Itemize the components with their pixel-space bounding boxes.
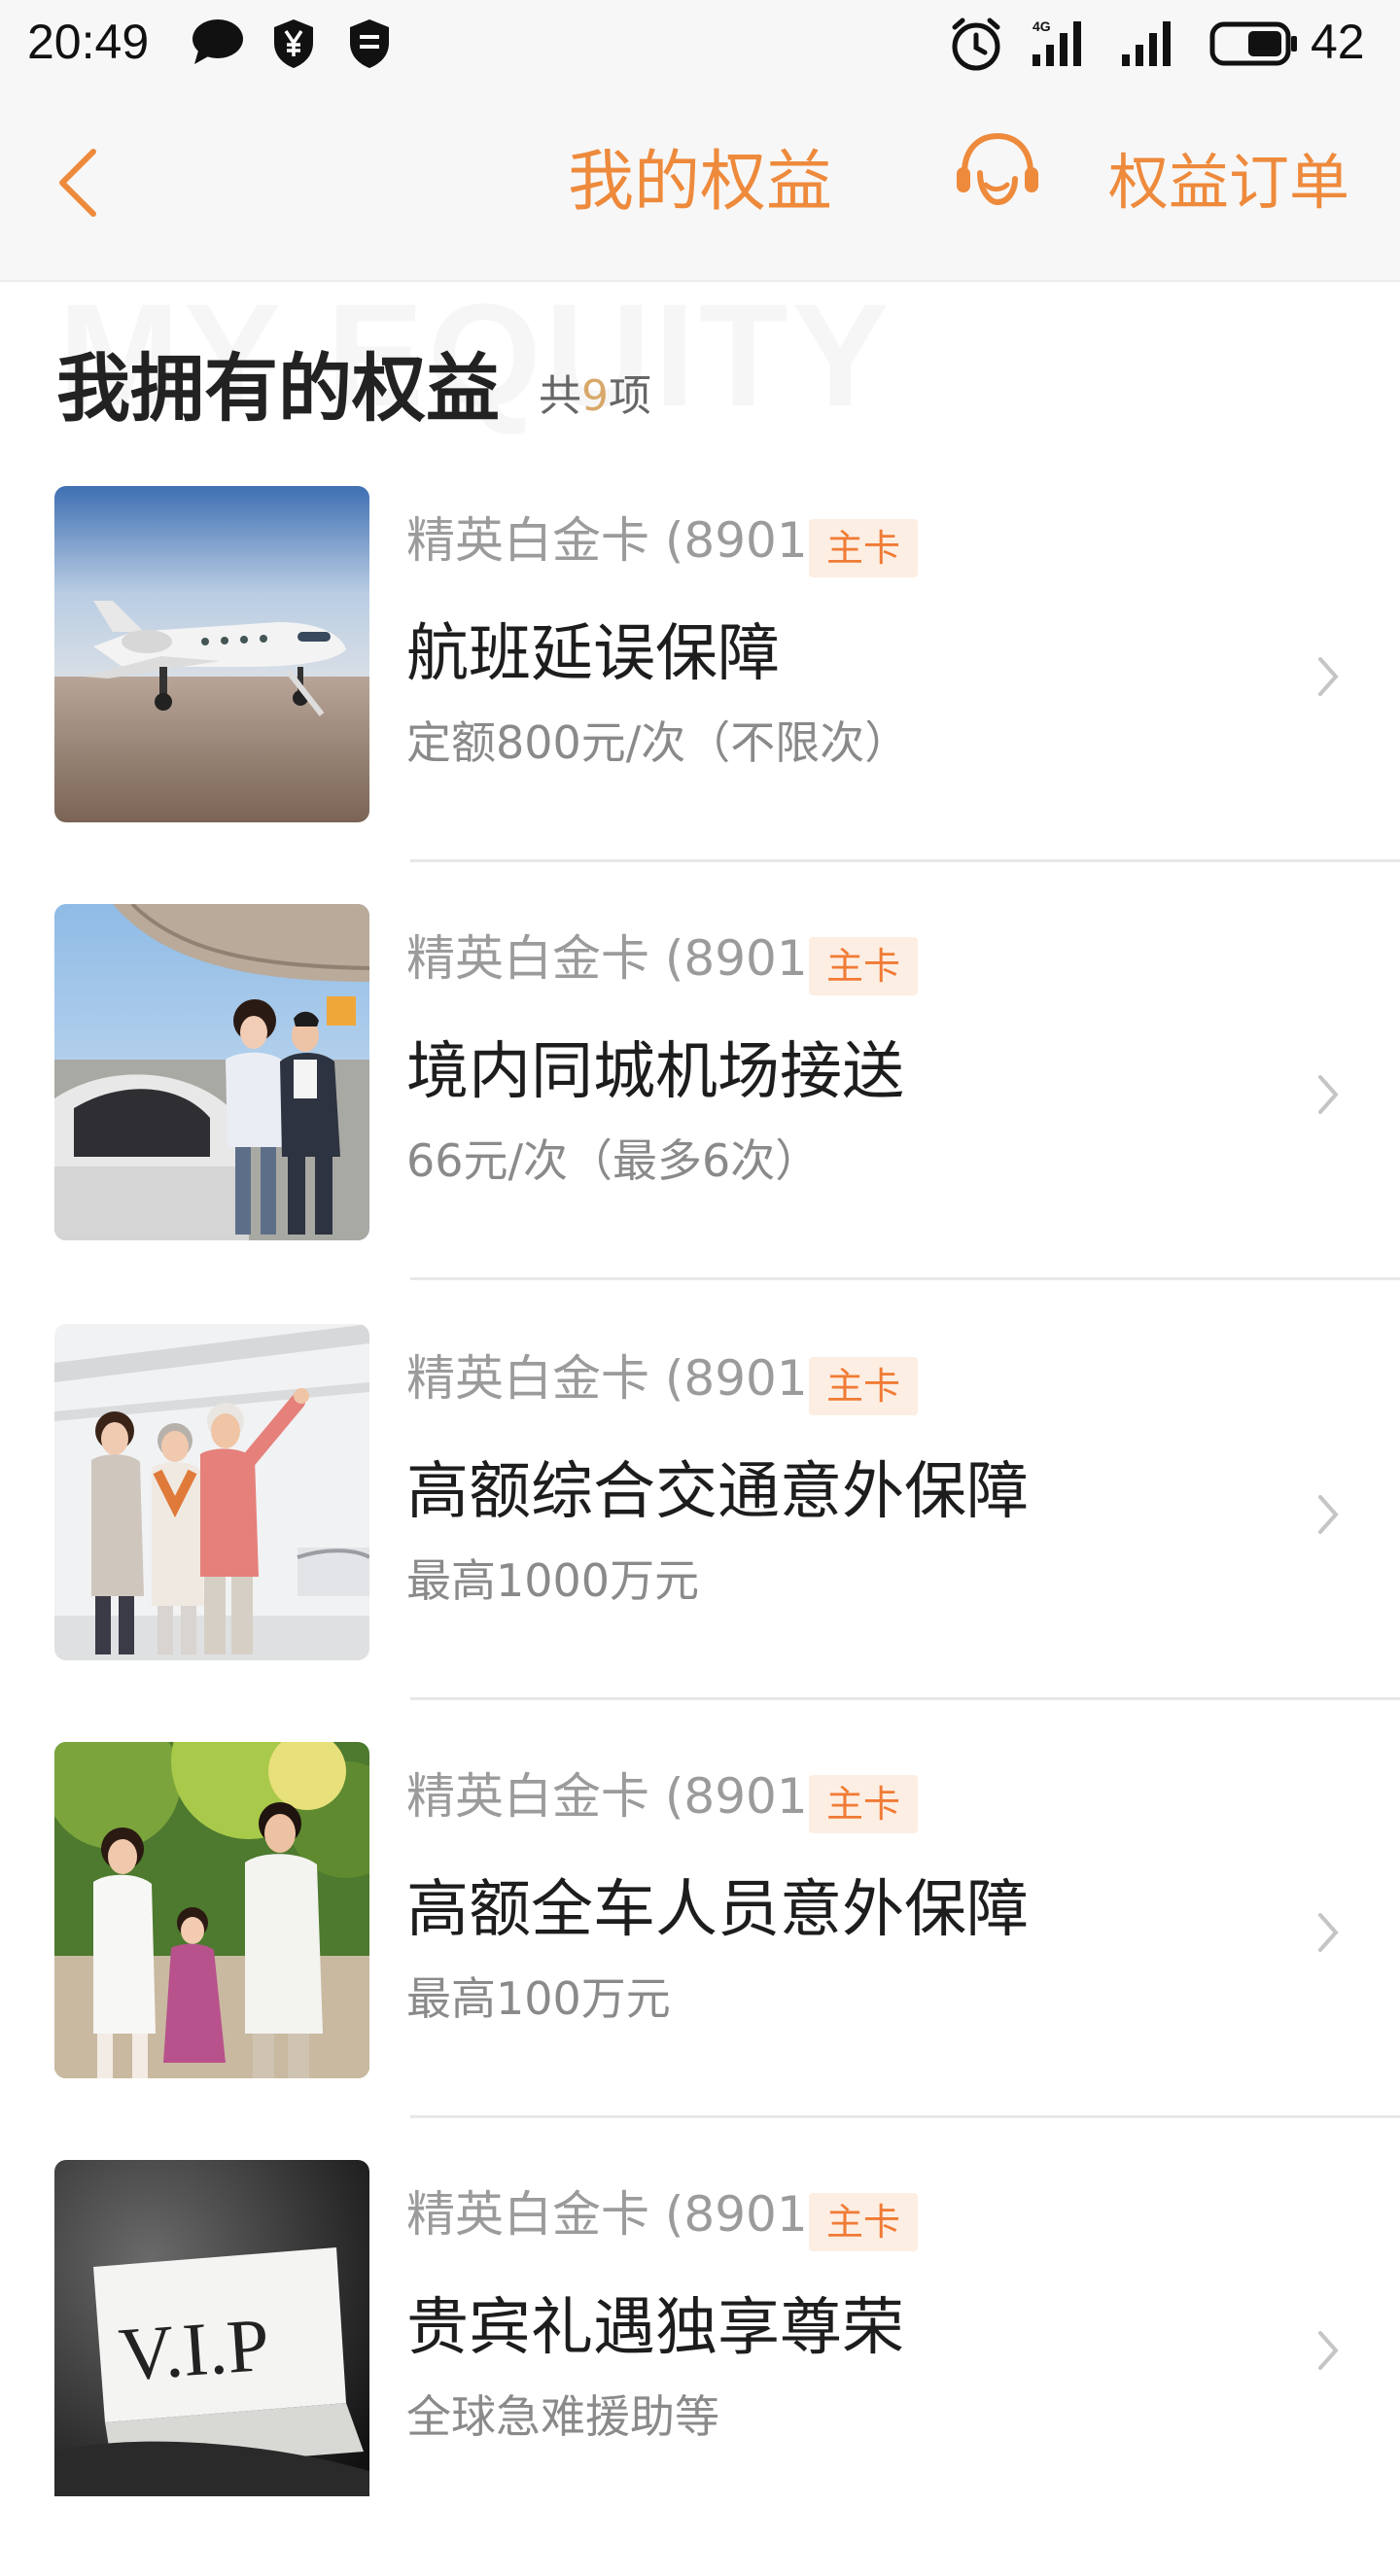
count-suffix: 项 bbox=[609, 371, 651, 421]
benefit-title: 高额全车人员意外保障 bbox=[406, 1874, 1029, 1946]
divider bbox=[410, 2115, 1400, 2118]
customer-service-icon[interactable] bbox=[953, 128, 1042, 218]
page-title: 我的权益 bbox=[567, 144, 832, 221]
status-time: 20:49 bbox=[27, 15, 150, 69]
nav-bar: 我的权益 权益订单 bbox=[0, 86, 1400, 282]
benefit-count: 共9项 bbox=[539, 367, 651, 426]
message-icon bbox=[192, 19, 243, 64]
card-label: 精英白金卡 (8901) bbox=[406, 1350, 827, 1407]
signal-4g-icon: 4G bbox=[1032, 18, 1081, 66]
count-prefix: 共 bbox=[539, 371, 581, 421]
family-train-photo bbox=[54, 1324, 369, 1660]
benefit-title: 境内同城机场接送 bbox=[406, 1036, 904, 1108]
shield-icon bbox=[350, 19, 389, 68]
primary-card-badge: 主卡 bbox=[809, 1357, 918, 1415]
orders-link[interactable]: 权益订单 bbox=[1108, 139, 1349, 226]
chevron-right-icon bbox=[1318, 1495, 1339, 1534]
benefit-desc: 全球急难援助等 bbox=[406, 2390, 719, 2443]
divider bbox=[410, 1697, 1400, 1700]
primary-card-badge: 主卡 bbox=[809, 1775, 918, 1833]
benefit-item-airport-transfer[interactable]: 精英白金卡 (8901) 主卡 境内同城机场接送 66元/次（最多6次） bbox=[0, 904, 1400, 1320]
card-label: 精英白金卡 (8901) bbox=[406, 2186, 827, 2243]
benefit-title: 贵宾礼遇独享尊荣 bbox=[406, 2292, 904, 2364]
svg-text:V.I.P: V.I.P bbox=[116, 2302, 271, 2397]
benefit-desc: 最高1000万元 bbox=[406, 1554, 700, 1607]
primary-card-badge: 主卡 bbox=[809, 2193, 918, 2251]
divider bbox=[410, 1277, 1400, 1280]
benefit-desc: 定额800元/次（不限次） bbox=[406, 716, 910, 769]
benefit-title: 航班延误保障 bbox=[406, 618, 780, 690]
battery-icon bbox=[1209, 21, 1297, 66]
svg-text:4G: 4G bbox=[1032, 18, 1051, 34]
card-label: 精英白金卡 (8901) bbox=[406, 1768, 827, 1825]
yuan-shield-icon bbox=[274, 19, 313, 68]
battery-level: 42 bbox=[1311, 15, 1365, 69]
vip-card-photo: V.I.P bbox=[54, 2160, 369, 2496]
benefit-desc: 66元/次（最多6次） bbox=[406, 1134, 821, 1187]
section-title: 我拥有的权益 bbox=[56, 345, 500, 432]
benefit-desc: 最高100万元 bbox=[406, 1972, 671, 2025]
benefit-item-vip[interactable]: V.I.P 精英白金卡 (8901) 主卡 贵宾礼遇独享尊荣 全球急难援助等 bbox=[0, 2160, 1400, 2576]
primary-card-badge: 主卡 bbox=[809, 937, 918, 995]
chevron-right-icon bbox=[1318, 1075, 1339, 1114]
count-number: 9 bbox=[581, 371, 609, 421]
card-label: 精英白金卡 (8901) bbox=[406, 512, 827, 569]
benefit-item-traffic-accident[interactable]: 精英白金卡 (8901) 主卡 高额综合交通意外保障 最高1000万元 bbox=[0, 1324, 1400, 1740]
benefit-item-flight-delay[interactable]: 精英白金卡 (8901) 主卡 航班延误保障 定额800元/次（不限次） bbox=[0, 486, 1400, 902]
card-label: 精英白金卡 (8901) bbox=[406, 930, 827, 987]
signal-icon bbox=[1122, 21, 1171, 66]
family-walk-photo bbox=[54, 1742, 369, 2078]
status-bar: 20:49 4G 42 bbox=[0, 0, 1400, 86]
divider bbox=[410, 859, 1400, 862]
benefit-item-passenger-accident[interactable]: 精英白金卡 (8901) 主卡 高额全车人员意外保障 最高100万元 bbox=[0, 1742, 1400, 2158]
chevron-right-icon bbox=[1318, 2331, 1339, 2370]
benefit-title: 高额综合交通意外保障 bbox=[406, 1456, 1029, 1528]
private-jet-photo bbox=[54, 486, 369, 822]
airport-car-photo bbox=[54, 904, 369, 1240]
chevron-right-icon bbox=[1318, 657, 1339, 696]
chevron-right-icon bbox=[1318, 1913, 1339, 1952]
primary-card-badge: 主卡 bbox=[809, 519, 918, 577]
alarm-icon bbox=[952, 17, 1000, 71]
chevron-left-icon[interactable] bbox=[51, 144, 109, 222]
